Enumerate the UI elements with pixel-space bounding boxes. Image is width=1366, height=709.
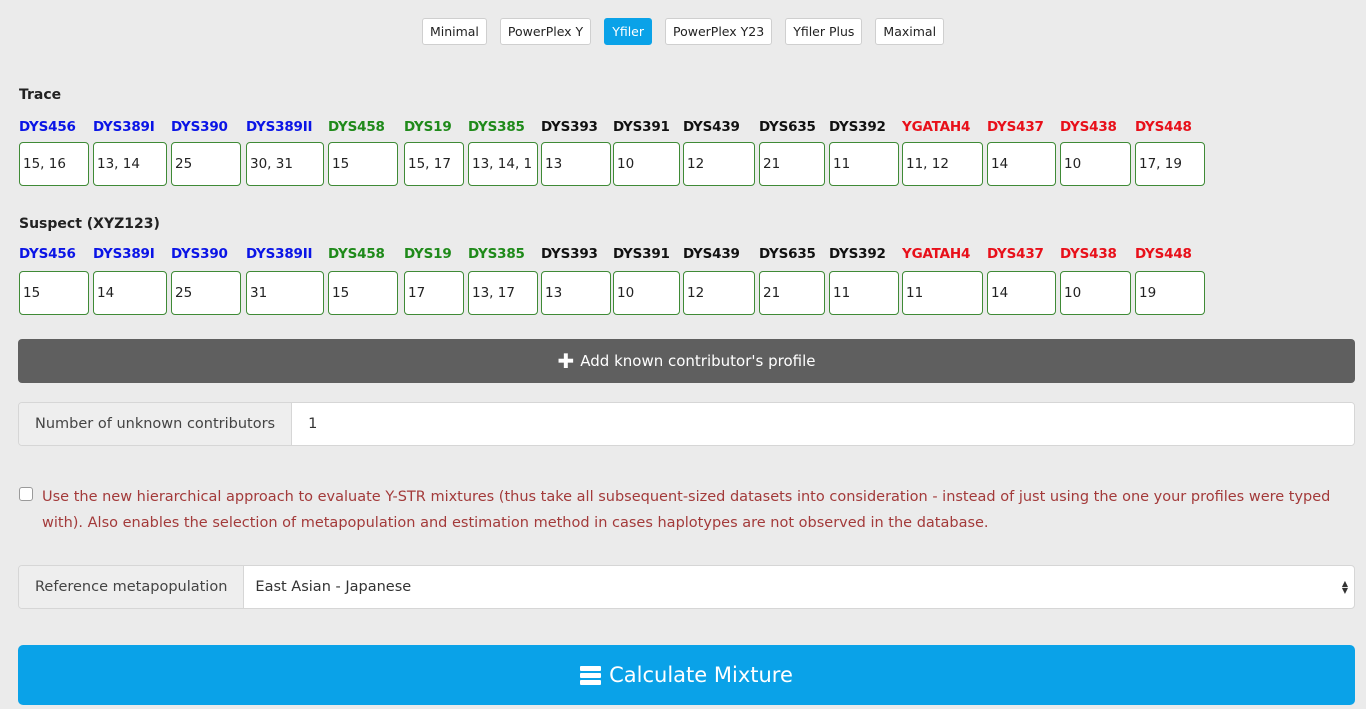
suspect-allele-input-ygatah4[interactable] <box>902 271 983 315</box>
marker-label: DYS438 <box>1060 119 1117 135</box>
suspect-allele-input-dys635[interactable] <box>759 271 825 315</box>
unknown-contributors-label: Number of unknown contributors <box>19 403 293 445</box>
metapopulation-selected-value: East Asian - Japanese <box>255 579 412 595</box>
metapopulation-label: Reference metapopulation <box>19 566 245 608</box>
marker-label: DYS389I <box>93 119 155 135</box>
trace-allele-input-dys437[interactable] <box>987 142 1056 186</box>
kit-button-yfiler-plus[interactable]: Yfiler Plus <box>785 18 863 45</box>
marker-label: DYS635 <box>759 119 816 135</box>
trace-allele-input-dys389ii[interactable] <box>246 142 324 186</box>
marker-label: DYS392 <box>829 246 886 262</box>
trace-allele-input-dys19[interactable] <box>404 142 464 186</box>
suspect-allele-input-dys393[interactable] <box>541 271 611 315</box>
marker-label: DYS19 <box>404 119 452 135</box>
marker-label: DYS448 <box>1135 119 1192 135</box>
suspect-allele-input-dys458[interactable] <box>328 271 398 315</box>
trace-allele-input-dys391[interactable] <box>613 142 680 186</box>
suspect-allele-input-dys438[interactable] <box>1060 271 1131 315</box>
kit-button-powerplex-y23[interactable]: PowerPlex Y23 <box>665 18 773 45</box>
suspect-allele-input-dys389i[interactable] <box>93 271 167 315</box>
marker-label: DYS393 <box>541 246 598 262</box>
suspect-allele-input-dys456[interactable] <box>19 271 89 315</box>
hierarchical-checkbox[interactable] <box>19 487 33 501</box>
add-contributor-button[interactable]: ✚ Add known contributor's profile <box>18 339 1355 383</box>
unknown-contributors-input[interactable] <box>292 403 1354 445</box>
suspect-title: Suspect (XYZ123) <box>19 216 160 232</box>
trace-allele-input-dys439[interactable] <box>683 142 755 186</box>
suspect-allele-input-dys385[interactable] <box>468 271 538 315</box>
trace-title: Trace <box>19 87 62 103</box>
marker-label: DYS456 <box>19 119 76 135</box>
suspect-allele-input-dys448[interactable] <box>1135 271 1205 315</box>
suspect-allele-input-dys390[interactable] <box>171 271 241 315</box>
trace-allele-input-dys448[interactable] <box>1135 142 1205 186</box>
marker-label: DYS635 <box>759 246 816 262</box>
trace-allele-input-dys458[interactable] <box>328 142 398 186</box>
select-arrows-icon: ▲ ▼ <box>1341 579 1348 595</box>
marker-label: DYS391 <box>613 246 670 262</box>
kit-button-powerplex-y[interactable]: PowerPlex Y <box>499 18 592 45</box>
trace-allele-input-ygatah4[interactable] <box>902 142 983 186</box>
suspect-allele-input-dys437[interactable] <box>987 271 1056 315</box>
marker-label: DYS389I <box>93 246 155 262</box>
trace-allele-input-dys393[interactable] <box>541 142 611 186</box>
marker-label: DYS393 <box>541 119 598 135</box>
marker-label: DYS439 <box>683 119 740 135</box>
plus-icon: ✚ <box>557 349 575 373</box>
metapopulation-group: Reference metapopulation East Asian - Ja… <box>18 565 1355 609</box>
marker-label: DYS390 <box>171 119 228 135</box>
metapopulation-select[interactable]: East Asian - Japanese ▲ ▼ <box>244 566 1354 608</box>
marker-label: DYS391 <box>613 119 670 135</box>
calculate-label: Calculate Mixture <box>609 663 793 687</box>
kit-button-yfiler[interactable]: Yfiler <box>604 18 652 45</box>
trace-marker-row: DYS456 DYS389I DYS390 DYS389II DYS458 DYS19 DY… <box>19 119 1359 137</box>
marker-label: DYS19 <box>404 246 452 262</box>
trace-allele-input-dys635[interactable] <box>759 142 825 186</box>
unknown-contributors-group: Number of unknown contributors <box>18 402 1355 446</box>
trace-allele-row <box>19 142 1359 186</box>
marker-label: DYS385 <box>468 119 525 135</box>
suspect-allele-input-dys391[interactable] <box>613 271 680 315</box>
marker-label: DYS437 <box>987 246 1044 262</box>
trace-allele-input-dys390[interactable] <box>171 142 241 186</box>
marker-label: DYS437 <box>987 119 1044 135</box>
trace-allele-input-dys389i[interactable] <box>93 142 167 186</box>
trace-allele-input-dys385[interactable] <box>468 142 538 186</box>
marker-label: DYS385 <box>468 246 525 262</box>
marker-label: DYS456 <box>19 246 76 262</box>
marker-label: DYS448 <box>1135 246 1192 262</box>
kit-button-minimal[interactable]: Minimal <box>421 18 487 45</box>
marker-label: DYS458 <box>328 246 385 262</box>
suspect-allele-input-dys389ii[interactable] <box>246 271 324 315</box>
server-icon <box>580 665 602 685</box>
suspect-marker-row: DYS456 DYS389I DYS390 DYS389II DYS458 DYS19 DY… <box>19 246 1359 264</box>
marker-label: DYS458 <box>328 119 385 135</box>
add-contributor-label: Add known contributor's profile <box>580 352 816 370</box>
trace-allele-input-dys392[interactable] <box>829 142 899 186</box>
suspect-allele-input-dys439[interactable] <box>683 271 755 315</box>
trace-allele-input-dys438[interactable] <box>1060 142 1131 186</box>
suspect-allele-row <box>19 271 1359 315</box>
marker-label: YGATAH4 <box>902 246 971 262</box>
suspect-allele-input-dys19[interactable] <box>404 271 464 315</box>
calculate-mixture-button[interactable]: Calculate Mixture <box>18 645 1355 705</box>
suspect-allele-input-dys392[interactable] <box>829 271 899 315</box>
kit-selector: Minimal PowerPlex Y Yfiler PowerPlex Y23… <box>0 18 1366 45</box>
hierarchical-option: Use the new hierarchical approach to eva… <box>19 484 1349 536</box>
marker-label: YGATAH4 <box>902 119 971 135</box>
kit-button-maximal[interactable]: Maximal <box>875 18 945 45</box>
marker-label: DYS389II <box>246 119 313 135</box>
marker-label: DYS439 <box>683 246 740 262</box>
marker-label: DYS392 <box>829 119 886 135</box>
hierarchical-description: Use the new hierarchical approach to eva… <box>42 489 1331 531</box>
trace-allele-input-dys456[interactable] <box>19 142 89 186</box>
marker-label: DYS438 <box>1060 246 1117 262</box>
marker-label: DYS390 <box>171 246 228 262</box>
marker-label: DYS389II <box>246 246 313 262</box>
